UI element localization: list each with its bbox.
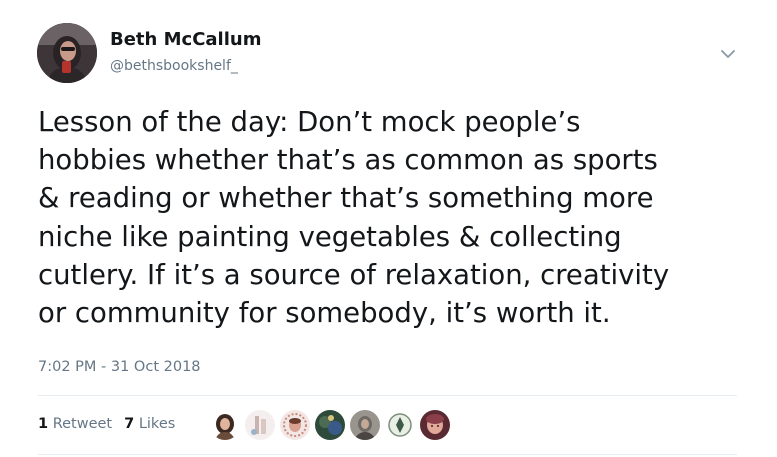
retweet-label: Retweet [52,416,113,432]
profile-photo-icon [37,23,97,83]
tweet-card: Beth McCallum @bethsbookshelf_ Lesson of… [0,0,777,457]
likes-label: Likes [138,416,176,432]
liker-avatar-3[interactable] [279,409,311,441]
retweet-count: 1 [38,416,49,432]
retweet-stat[interactable]: 1 Retweet [38,416,112,432]
divider [38,395,737,396]
tweet-stats: 1 Retweet 7 Likes [38,416,175,432]
likes-count: 7 [124,416,135,432]
liker-avatar-1[interactable] [209,409,241,441]
chevron-down-icon[interactable] [718,44,738,64]
liker-avatar-5[interactable] [349,409,381,441]
divider [38,454,737,455]
liker-avatar-6[interactable] [384,409,416,441]
author-display-name[interactable]: Beth McCallum [110,29,261,50]
liker-avatar-7[interactable] [419,409,451,441]
tweet-text: Lesson of the day: Don’t mock people’s h… [38,106,670,330]
likes-stat[interactable]: 7 Likes [124,416,175,432]
author-handle[interactable]: @bethsbookshelf_ [110,58,238,74]
author-avatar[interactable] [37,23,97,83]
liker-avatar-4[interactable] [314,409,346,441]
tweet-timestamp[interactable]: 7:02 PM - 31 Oct 2018 [38,359,201,375]
liker-avatar-2[interactable] [244,409,276,441]
